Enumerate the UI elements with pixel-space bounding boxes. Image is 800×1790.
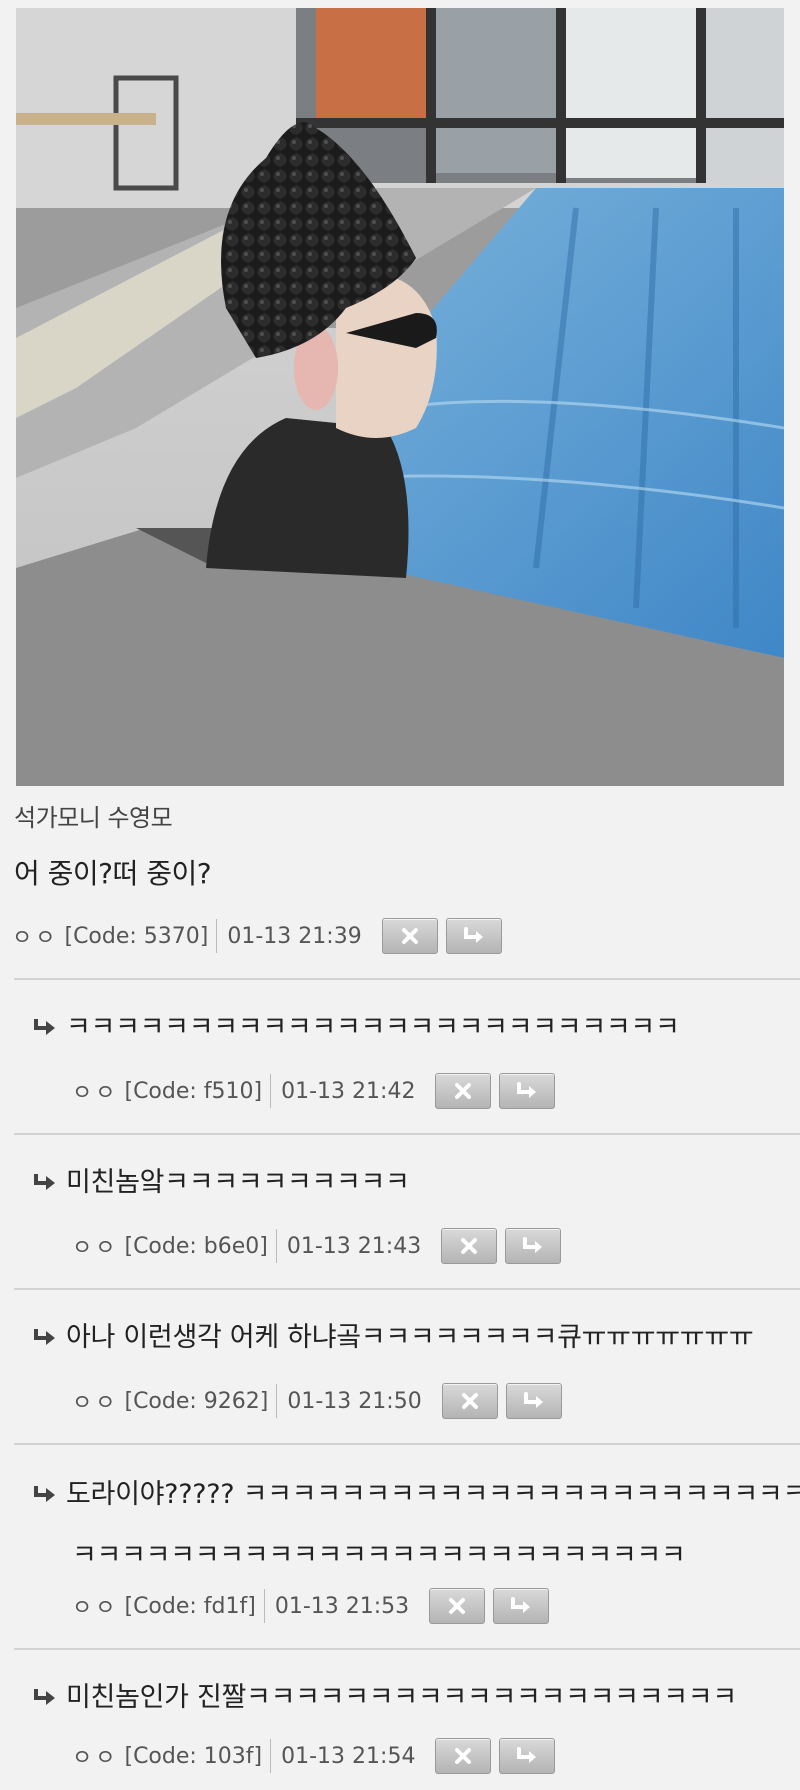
reply-text-continued: ㅋㅋㅋㅋㅋㅋㅋㅋㅋㅋㅋㅋㅋㅋㅋㅋㅋㅋㅋㅋㅋㅋㅋㅋㅋ (72, 1540, 686, 1571)
reply-item: 미친놈인가 진짤ㅋㅋㅋㅋㅋㅋㅋㅋㅋㅋㅋㅋㅋㅋㅋㅋㅋㅋㅋㅋ (32, 1675, 800, 1714)
reply-item: 아나 이런생각 어케 하냐곸ㅋㅋㅋㅋㅋㅋㅋㅋ큐ㅠㅠㅠㅠㅠㅠㅠ (32, 1315, 800, 1354)
reply-indicator-icon (34, 1689, 55, 1705)
close-icon (401, 928, 418, 944)
reply-time: 01-13 21:54 (281, 1743, 416, 1769)
reply-button[interactable] (505, 1228, 562, 1264)
meta-separator (275, 1229, 277, 1263)
reply-meta: ㅇㅇ [Code: 103f] 01-13 21:54 (72, 1738, 556, 1774)
reply-text: 미친놈앜ㅋㅋㅋㅋㅋㅋㅋㅋㅋㅋ (66, 1167, 410, 1198)
close-icon (449, 1598, 466, 1614)
author-name: ㅇㅇ (72, 1746, 119, 1771)
reply-arrow-icon (463, 927, 483, 943)
reply-arrow-icon (523, 1392, 543, 1408)
meta-separator (216, 919, 218, 953)
author-code: [Code: 9262] (124, 1388, 269, 1414)
reply-time: 01-13 21:50 (287, 1388, 422, 1414)
author-code: [Code: 5370] (64, 923, 209, 949)
reply-meta: ㅇㅇ [Code: b6e0] 01-13 21:43 (72, 1228, 562, 1264)
author-name: ㅇㅇ (72, 1081, 119, 1106)
delete-button[interactable] (429, 1588, 486, 1624)
reply-text: 도라이야????? ㅋㅋㅋㅋㅋㅋㅋㅋㅋㅋㅋㅋㅋㅋㅋㅋㅋㅋㅋㅋㅋㅋㅋㅋ (66, 1479, 800, 1510)
reply-text: ㅋㅋㅋㅋㅋㅋㅋㅋㅋㅋㅋㅋㅋㅋㅋㅋㅋㅋㅋㅋㅋㅋㅋㅋㅋ (66, 1012, 680, 1043)
reply-text: 미친놈인가 진짤ㅋㅋㅋㅋㅋㅋㅋㅋㅋㅋㅋㅋㅋㅋㅋㅋㅋㅋㅋㅋ (66, 1682, 737, 1713)
post-meta: ㅇㅇ [Code: 5370] 01-13 21:39 (12, 918, 502, 954)
reply-time: 01-13 21:43 (286, 1233, 422, 1259)
reply-meta: ㅇㅇ [Code: f510] 01-13 21:42 (72, 1073, 556, 1109)
reply-meta: ㅇㅇ [Code: fd1f] 01-13 21:53 (72, 1588, 550, 1624)
reply-arrow-icon (523, 1237, 543, 1253)
reply-button[interactable] (445, 918, 502, 954)
reply-indicator-icon (34, 1486, 55, 1502)
divider (14, 1648, 800, 1650)
divider (14, 978, 800, 980)
author-name: ㅇㅇ (72, 1236, 119, 1261)
close-icon (455, 1083, 472, 1099)
reply-button[interactable] (493, 1588, 550, 1624)
reply-indicator-icon (34, 1019, 55, 1035)
post-title: 석가모니 수영모 (14, 804, 173, 832)
reply-arrow-icon (517, 1082, 537, 1098)
divider (14, 1443, 800, 1445)
author-code: [Code: fd1f] (124, 1593, 256, 1619)
delete-button[interactable] (435, 1738, 492, 1774)
reply-indicator-icon (34, 1174, 55, 1190)
divider (14, 1288, 800, 1290)
meta-separator (270, 1074, 272, 1108)
author-code: [Code: 103f] (124, 1743, 263, 1769)
delete-button[interactable] (435, 1073, 492, 1109)
reply-button[interactable] (499, 1073, 556, 1109)
author-name: ㅇㅇ (72, 1391, 119, 1416)
meta-separator (270, 1739, 272, 1773)
reply-meta: ㅇㅇ [Code: 9262] 01-13 21:50 (72, 1383, 562, 1419)
meta-separator (263, 1589, 265, 1623)
reply-item: ㅋㅋㅋㅋㅋㅋㅋㅋㅋㅋㅋㅋㅋㅋㅋㅋㅋㅋㅋㅋㅋㅋㅋㅋㅋ (32, 1005, 800, 1044)
close-icon (461, 1393, 478, 1409)
reply-text: 아나 이런생각 어케 하냐곸ㅋㅋㅋㅋㅋㅋㅋㅋ큐ㅠㅠㅠㅠㅠㅠㅠ (66, 1322, 754, 1353)
author-code: [Code: b6e0] (124, 1233, 268, 1259)
delete-button[interactable] (381, 918, 438, 954)
close-icon (461, 1238, 478, 1254)
author-code: [Code: f510] (124, 1078, 263, 1104)
meta-separator (276, 1384, 278, 1418)
reply-indicator-icon (34, 1329, 55, 1345)
delete-button[interactable] (441, 1383, 498, 1419)
divider (14, 1133, 800, 1135)
reply-arrow-icon (511, 1597, 531, 1613)
reply-button[interactable] (499, 1738, 556, 1774)
delete-button[interactable] (441, 1228, 498, 1264)
author-name: ㅇㅇ (72, 1596, 119, 1621)
reply-button[interactable] (505, 1383, 562, 1419)
post-time: 01-13 21:39 (227, 923, 362, 949)
close-icon (455, 1748, 472, 1764)
author-name: ㅇㅇ (12, 926, 59, 951)
reply-time: 01-13 21:42 (281, 1078, 416, 1104)
reply-time: 01-13 21:53 (274, 1593, 410, 1619)
post-body: 어 중이?떠 중이? (14, 857, 212, 890)
reply-arrow-icon (517, 1747, 537, 1763)
reply-item: 도라이야????? ㅋㅋㅋㅋㅋㅋㅋㅋㅋㅋㅋㅋㅋㅋㅋㅋㅋㅋㅋㅋㅋㅋㅋㅋ ㅋㅋㅋㅋㅋ… (32, 1472, 800, 1572)
page: 석가모니 수영모 어 중이?떠 중이? ㅇㅇ [Code: 5370] 01-1… (0, 0, 800, 1790)
reply-item: 미친놈앜ㅋㅋㅋㅋㅋㅋㅋㅋㅋㅋ (32, 1160, 800, 1199)
post-photo (16, 8, 784, 786)
